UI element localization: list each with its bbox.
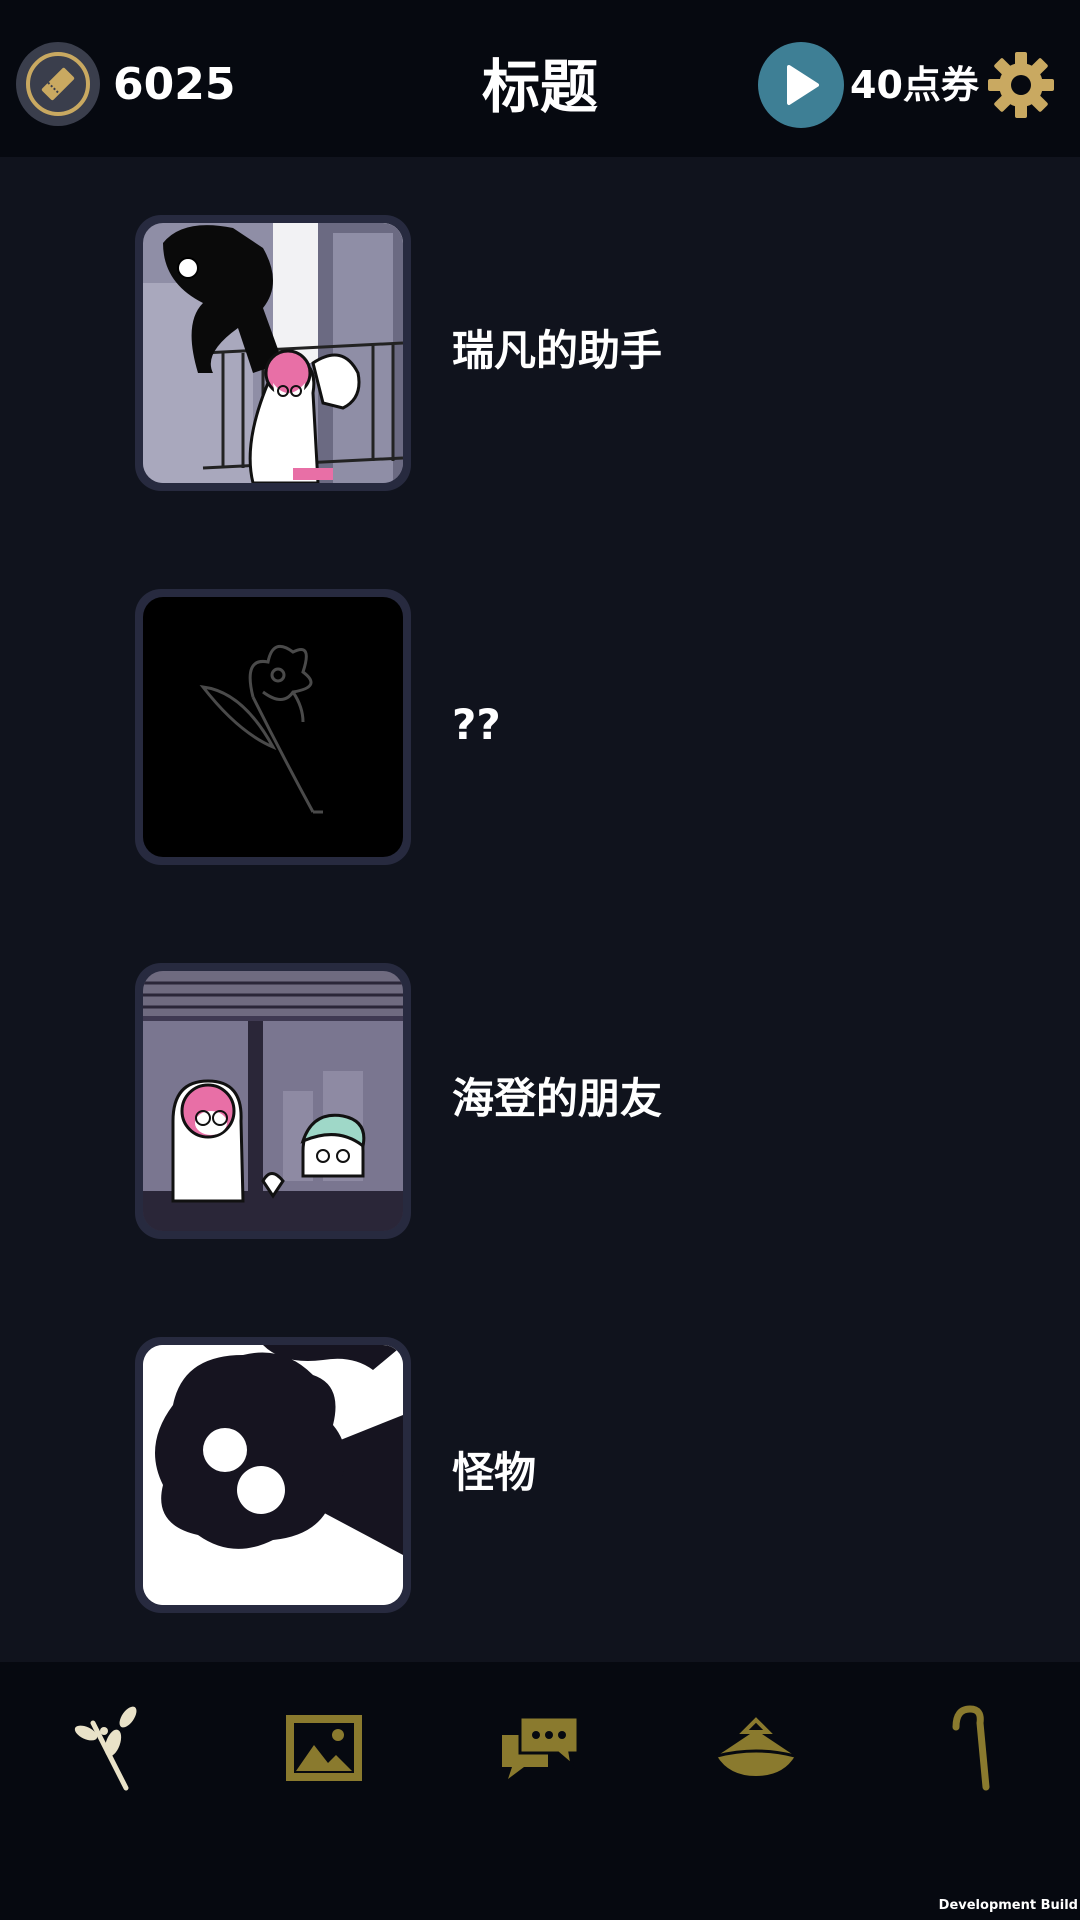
item-title: ?? [452,700,501,749]
gear-icon [988,52,1054,118]
bottom-nav [0,1662,1080,1920]
play-icon [787,65,819,105]
chat-icon [502,1715,580,1779]
nav-chat[interactable] [490,1698,590,1798]
ticket-coin-icon[interactable] [16,42,100,126]
item-title: 海登的朋友 [452,1074,663,1123]
play-button[interactable] [758,42,844,128]
points-label: 40点券 [850,63,979,107]
development-build-label: Development Build [938,1898,1078,1913]
nav-hat[interactable] [706,1698,806,1798]
page-title: 标题 [481,53,598,121]
nav-gallery[interactable] [274,1698,374,1798]
item-title: 怪物 [452,1448,537,1497]
item-title: 瑞凡的助手 [452,326,663,375]
monster-illustration [143,1345,403,1605]
item-thumbnail [135,215,411,491]
item-thumbnail [135,589,411,865]
cane-icon [952,1705,990,1791]
flower-sketch-dark [143,597,403,857]
nav-cane[interactable] [922,1698,1022,1798]
item-thumbnail [135,1337,411,1613]
hat-icon [716,1717,796,1776]
story-list: 瑞凡的助手 ?? 海登的朋友 怪物 [0,157,1080,1662]
coin-count: 6025 [113,59,236,110]
balcony-illustration [143,223,403,483]
list-item[interactable]: ?? [0,589,1080,869]
list-item[interactable]: 海登的朋友 [0,963,1080,1243]
top-bar: 6025 标题 40点券 [0,0,1080,157]
list-item[interactable]: 瑞凡的助手 [0,215,1080,495]
list-item[interactable]: 怪物 [0,1337,1080,1617]
window-illustration [143,971,403,1231]
sprig-icon [74,1706,137,1791]
nav-sprig[interactable] [58,1698,158,1798]
gallery-icon [286,1715,362,1781]
item-thumbnail [135,963,411,1239]
settings-button[interactable] [986,50,1056,120]
